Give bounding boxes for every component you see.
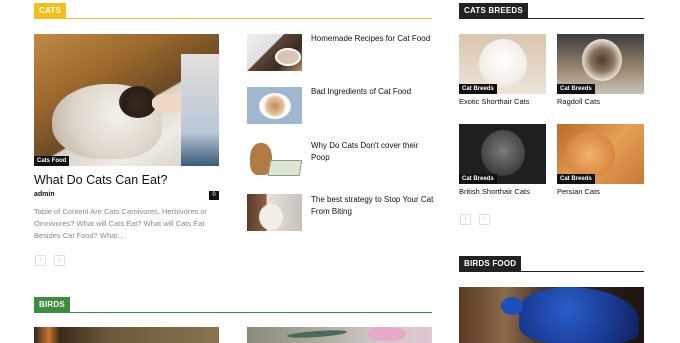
birds-food-underline: [459, 271, 644, 272]
person-shape: [181, 54, 219, 166]
breed-image-2[interactable]: Cat Breeds: [557, 34, 644, 94]
cats-feature-image[interactable]: Cats Food: [34, 34, 219, 166]
breeds-next-button[interactable]: ›: [479, 214, 490, 225]
breed-badge-1[interactable]: Cat Breeds: [459, 84, 497, 94]
cats-list-thumb-3[interactable]: [247, 140, 302, 177]
birds-food-image[interactable]: [459, 287, 644, 343]
bowl-shape: [275, 48, 301, 66]
breed-title-3[interactable]: British Shorthair Cats: [459, 186, 530, 198]
peacock-head-shape: [501, 297, 523, 315]
cats-feature-author[interactable]: admin: [34, 191, 55, 198]
breed-badge-4[interactable]: Cat Breeds: [557, 174, 595, 184]
cats-section-label[interactable]: CATS: [34, 3, 66, 18]
cats-feature-title[interactable]: What Do Cats Can Eat?: [34, 173, 167, 187]
cats-next-button[interactable]: ›: [54, 255, 65, 266]
breed-image-3[interactable]: Cat Breeds: [459, 124, 546, 184]
flower-shape: [367, 327, 407, 341]
cats-prev-button[interactable]: ‹: [35, 255, 46, 266]
birds-image-2[interactable]: [247, 327, 432, 343]
birds-food-label[interactable]: BIRDS FOOD: [459, 256, 522, 271]
cat-shape: [259, 204, 283, 230]
breed-image-4[interactable]: Cat Breeds: [557, 124, 644, 184]
cat-shape: [565, 132, 615, 178]
cat-shape: [481, 130, 525, 176]
cats-list-thumb-2[interactable]: [247, 87, 302, 124]
comment-count: 0: [212, 192, 216, 198]
birds-section-underline: [34, 312, 432, 313]
cats-list-thumb-1[interactable]: [247, 34, 302, 71]
birds-section-header: BIRDS: [34, 297, 432, 313]
hummingbird-shape: [286, 328, 348, 340]
cats-section-underline: [34, 18, 432, 19]
cats-feature-badge[interactable]: Cats Food: [34, 156, 70, 166]
breed-title-4[interactable]: Persian Cats: [557, 186, 600, 198]
breed-badge-3[interactable]: Cat Breeds: [459, 174, 497, 184]
cats-section-header: CATS: [34, 3, 432, 19]
litter-box-shape: [267, 160, 302, 176]
cat-shape: [479, 39, 527, 89]
cats-list-thumb-4[interactable]: [247, 194, 302, 231]
breeds-prev-button[interactable]: ‹: [460, 214, 471, 225]
peacock-shape: [519, 287, 639, 343]
cat-breeds-header: CATS BREEDS: [459, 3, 644, 19]
cat-breeds-underline: [459, 18, 644, 19]
cat-breeds-label[interactable]: CATS BREEDS: [459, 3, 528, 18]
birds-food-header: BIRDS FOOD: [459, 256, 644, 272]
cats-list-title-2[interactable]: Bad Ingredients of Cat Food: [311, 86, 436, 98]
bowl-shape: [259, 93, 291, 119]
comment-count-badge[interactable]: 0: [209, 191, 219, 200]
birds-section-label[interactable]: BIRDS: [34, 297, 70, 312]
cat-shape: [582, 39, 622, 81]
cats-list-title-1[interactable]: Homemade Recipes for Cat Food: [311, 33, 436, 45]
cats-list-title-4[interactable]: The best strategy to Stop Your Cat From …: [311, 194, 436, 218]
breed-badge-2[interactable]: Cat Breeds: [557, 84, 595, 94]
cats-feature-excerpt: Table of Content Are Cats Carnivores, He…: [34, 207, 207, 240]
birds-image-1[interactable]: [34, 327, 219, 343]
breed-title-1[interactable]: Exotic Shorthair Cats: [459, 96, 529, 108]
cats-list-title-3[interactable]: Why Do Cats Don't cover their Poop: [311, 140, 433, 164]
breed-image-1[interactable]: Cat Breeds: [459, 34, 546, 94]
breed-title-2[interactable]: Ragdoll Cats: [557, 96, 600, 108]
